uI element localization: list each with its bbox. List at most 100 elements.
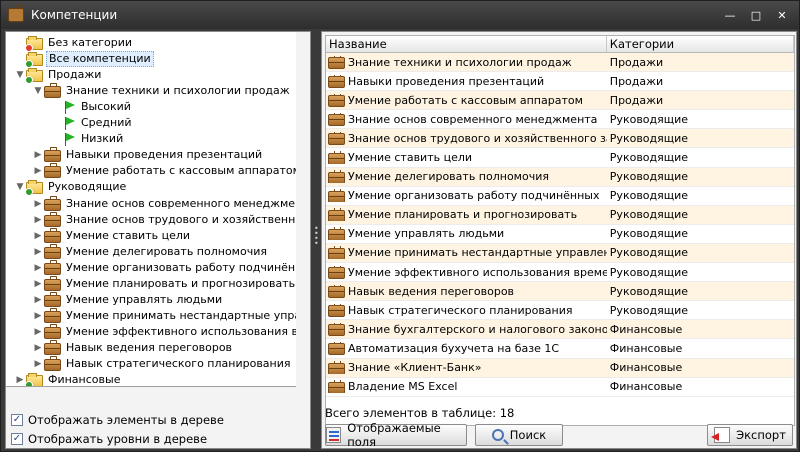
tree-node[interactable]: ▶ Умение управлять людьми — [32, 291, 296, 308]
close-button[interactable]: ✕ — [771, 8, 793, 24]
tree-node[interactable]: ▶ Навык ведения переговоров — [32, 339, 296, 356]
tree-node[interactable]: ▶ Умение принимать нестандартные управле — [32, 307, 296, 324]
flag-icon — [62, 116, 76, 131]
column-header-category[interactable]: Категории — [607, 36, 794, 52]
category-tree[interactable]: ▲ ▼ Без категорииВсе компетенции▼Продажи… — [6, 32, 296, 387]
collapse-arrow-icon[interactable]: ▼ — [32, 83, 44, 99]
cell-category: Руководящие — [609, 284, 689, 298]
table-row[interactable]: Знание основ современного менеджмента Рук… — [326, 110, 794, 130]
cell-category: Руководящие — [609, 208, 689, 222]
tree-node[interactable]: ▼ Знание техники и психологии продаж — [32, 83, 296, 99]
tree-node[interactable]: ▶ Умение эффективного использования време — [32, 323, 296, 340]
show-elements-checkbox[interactable]: ✓ — [11, 413, 23, 426]
table-row[interactable]: Знание «Клиент-Банк» Финансовые — [326, 358, 794, 378]
tree-node[interactable]: ▶ Навыки проведения презентаций — [32, 147, 296, 163]
maximize-button[interactable]: □ — [745, 8, 767, 24]
tree-node[interactable]: ▶ Умение делегировать полномочия — [32, 243, 296, 260]
table-row[interactable]: Автоматизация бухучета на базе 1С Финансо… — [326, 339, 794, 359]
briefcase-icon — [328, 170, 345, 184]
cell-name-text: Навык стратегического планирования — [348, 303, 573, 317]
expand-arrow-icon[interactable]: ▶ — [32, 244, 44, 260]
briefcase-icon — [44, 147, 61, 163]
table-row[interactable]: Умение ставить цели Руководящие — [326, 148, 794, 168]
expand-arrow-icon[interactable]: ▶ — [32, 228, 44, 244]
cell-category: Руководящие — [609, 170, 689, 184]
tree-node[interactable]: ▼ Продажи — [14, 67, 296, 85]
cell-name: Умение работать с кассовым аппаратом — [326, 93, 607, 107]
table-row[interactable]: Владение MS Excel Финансовые — [326, 378, 794, 397]
expand-arrow-icon[interactable]: ▶ — [32, 212, 44, 228]
title-bar[interactable]: Компетенции — □ ✕ — [1, 1, 799, 29]
cell-category: Руководящие — [609, 227, 689, 241]
cell-name: Знание основ трудового и хозяйственного … — [326, 131, 607, 145]
visible-fields-button[interactable]: Отображаемые поля — [325, 421, 467, 449]
table-row[interactable]: Умение принимать нестандартные управленч… — [326, 243, 794, 264]
briefcase-icon — [328, 112, 345, 126]
expand-arrow-icon[interactable]: ▶ — [32, 196, 44, 212]
tree-node[interactable]: Высокий — [50, 99, 296, 115]
tree-node[interactable]: ▶ Финансовые — [14, 372, 296, 387]
tree-node[interactable]: ▶ Умение планировать и прогнозировать — [32, 275, 296, 292]
table-row[interactable]: Умение работать с кассовым аппаратом Прод… — [326, 91, 794, 111]
tree-node[interactable]: ▼ Руководящие — [14, 179, 296, 197]
expand-arrow-icon[interactable]: ▶ — [32, 356, 44, 372]
table-row[interactable]: Умение эффективного использования времен… — [326, 263, 794, 283]
tree-node-label: Финансовые — [48, 373, 121, 387]
show-elements-option[interactable]: ✓ Отображать элементы в дереве — [11, 410, 224, 429]
tree-node[interactable]: ▶ Умение организовать работу подчинённых — [32, 259, 296, 276]
expand-arrow-icon[interactable]: ▶ — [32, 260, 44, 276]
cell-category: Руководящие — [609, 131, 689, 145]
cell-category: Руководящие — [609, 151, 689, 165]
splitter-handle[interactable]: • • • • — [314, 225, 319, 248]
table-header: Название Категории — [326, 36, 794, 53]
expand-arrow-icon[interactable]: ▶ — [32, 292, 44, 308]
tree-node[interactable]: ▶ Знание основ трудового и хозяйственного… — [32, 211, 296, 228]
tree-node-label: Навык ведения переговоров — [66, 340, 233, 354]
table-row[interactable]: Умение управлять людьми Руководящие — [326, 225, 794, 244]
tree-node[interactable]: Средний — [50, 115, 296, 131]
table-row[interactable]: Знание основ трудового и хозяйственного … — [326, 129, 794, 149]
search-button[interactable]: Поиск — [475, 424, 563, 446]
expand-arrow-icon[interactable]: ▶ — [32, 276, 44, 292]
show-levels-checkbox[interactable]: ✓ — [11, 432, 23, 445]
show-levels-option[interactable]: ✓ Отображать уровни в дереве — [11, 429, 224, 448]
cell-category: Руководящие — [609, 189, 689, 203]
cell-category: Продажи — [609, 55, 664, 69]
cell-name: Умение эффективного использования времен… — [326, 265, 607, 279]
expand-arrow-icon[interactable]: ▶ — [32, 340, 44, 356]
table-row[interactable]: Знание бухгалтерского и налогового закон… — [326, 320, 794, 340]
cell-name-text: Умение организовать работу подчинённых — [348, 189, 600, 203]
export-button[interactable]: Экспорт — [707, 424, 793, 446]
cell-name: Знание основ современного менеджмента — [326, 112, 607, 126]
tree-node[interactable]: Все компетенции — [14, 51, 296, 69]
tree-node[interactable]: ▶ Умение работать с кассовым аппаратом — [32, 163, 296, 179]
cell-name: Умение планировать и прогнозировать — [326, 208, 607, 222]
expand-arrow-icon[interactable]: ▶ — [32, 324, 44, 340]
cell-name-text: Знание основ трудового и хозяйственного … — [348, 131, 607, 145]
tree-node[interactable]: ▶ Знание основ современного менеджмента — [32, 195, 296, 212]
expand-arrow-icon[interactable]: ▶ — [32, 147, 44, 163]
briefcase-icon — [328, 303, 345, 317]
fields-icon — [326, 427, 342, 443]
tree-node-label: Знание основ современного менеджмента — [66, 196, 296, 210]
briefcase-icon — [328, 227, 345, 241]
cell-name-text: Умение управлять людьми — [348, 227, 505, 241]
table-row[interactable]: Знание техники и психологии продаж Продаж… — [326, 53, 794, 73]
cell-name-text: Навык ведения переговоров — [348, 284, 515, 298]
table-row[interactable]: Навыки проведения презентаций Продажи — [326, 72, 794, 92]
tree-node[interactable]: ▶ Умение ставить цели — [32, 227, 296, 244]
table-row[interactable]: Навык стратегического планирования Руково… — [326, 301, 794, 321]
table-row[interactable]: Умение организовать работу подчинённых Ру… — [326, 187, 794, 206]
column-header-name[interactable]: Название — [326, 36, 607, 52]
tree-node[interactable]: Низкий — [50, 131, 296, 147]
minimize-button[interactable]: — — [719, 8, 741, 24]
table-row[interactable]: Умение делегировать полномочия Руководящи… — [326, 167, 794, 187]
tree-node[interactable]: ▶ Навык стратегического планирования — [32, 356, 296, 372]
cell-name-text: Умение эффективного использования времен… — [348, 265, 607, 279]
table-row[interactable]: Навык ведения переговоров Руководящие — [326, 282, 794, 302]
expand-arrow-icon[interactable]: ▶ — [32, 163, 44, 179]
folder-icon — [25, 68, 43, 85]
tree-node[interactable]: Без категории — [14, 35, 296, 52]
table-row[interactable]: Умение планировать и прогнозировать Руков… — [326, 205, 794, 225]
expand-arrow-icon[interactable]: ▶ — [32, 308, 44, 324]
